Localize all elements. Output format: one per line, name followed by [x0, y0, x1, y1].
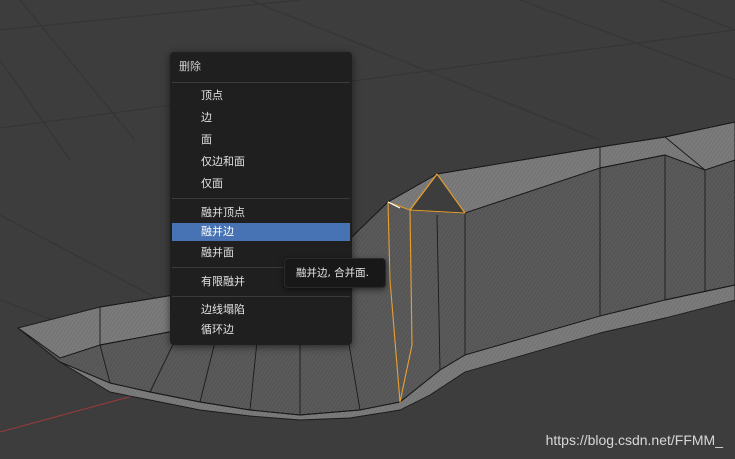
menu-separator [172, 82, 350, 83]
tooltip: 融并边, 合并面. [284, 258, 386, 288]
menu-item-only-faces[interactable]: 仅面 [172, 175, 350, 193]
watermark: https://blog.csdn.net/FFMM_ [545, 432, 723, 448]
menu-separator [172, 198, 350, 199]
menu-title: 删除 [179, 60, 201, 73]
menu-item-vertices[interactable]: 顶点 [172, 87, 350, 105]
menu-item-edge-collapse[interactable]: 边线塌陷 [172, 301, 350, 319]
menu-item-edges[interactable]: 边 [172, 109, 350, 127]
menu-item-dissolve-vertices[interactable]: 融并顶点 [172, 204, 350, 222]
menu-item-dissolve-edges[interactable]: 融并边 [172, 223, 350, 241]
delete-context-menu: 删除 顶点 边 面 仅边和面 仅面 融并顶点 融并边 融并面 有限融并 边线塌陷… [170, 52, 352, 345]
menu-item-only-edges-faces[interactable]: 仅边和面 [172, 153, 350, 171]
menu-item-edge-loops[interactable]: 循环边 [172, 321, 350, 339]
menu-item-faces[interactable]: 面 [172, 131, 350, 149]
menu-separator [172, 296, 350, 297]
3d-viewport[interactable] [0, 0, 735, 459]
